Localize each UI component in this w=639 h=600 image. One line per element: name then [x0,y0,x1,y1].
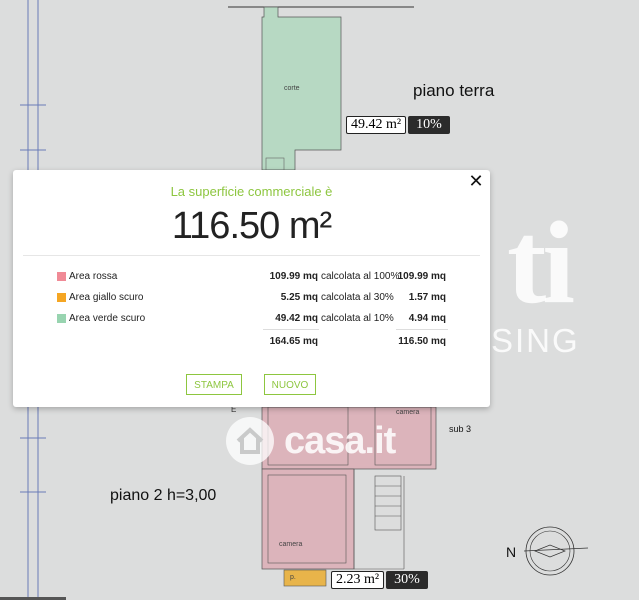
area-calc: calcolata al 10% [321,313,394,324]
area-row-red: Area rossa 109.99 mq calcolata al 100% 1… [13,270,490,284]
commercial-area-dialog: La superficie commerciale è ✕ 116.50 m² … [13,170,490,407]
area-tag-value: 49.42 m² [346,116,407,134]
area-result: 109.99 mq [397,271,446,282]
area-label: Area rossa [69,271,118,282]
area-mq: 109.99 mq [269,271,318,282]
area-tag-value: 2.23 m² [331,571,385,589]
color-swatch [57,272,66,281]
room-label-corte: corte [284,85,300,92]
area-calc: calcolata al 100% [321,271,400,282]
logo-text: casa.it [284,419,396,462]
area-mq: 5.25 mq [280,292,318,303]
dialog-title: La superficie commerciale è [170,184,333,199]
new-button[interactable]: NUOVO [264,374,316,395]
area-tag-percent: 10% [408,116,450,134]
close-icon[interactable]: ✕ [468,172,484,190]
room-label-p: p. [290,574,296,581]
area-row-yellow: Area giallo scuro 5.25 mq calcolata al 3… [13,291,490,305]
area-calc: calcolata al 30% [321,292,394,303]
area-mq: 49.42 mq [275,313,318,324]
room-label-camera: camera [279,541,303,548]
area-tag-balcony: 2.23 m² 30% [331,571,428,589]
casa-logo: casa.it [226,417,396,465]
corte-area [261,6,342,171]
red-area-lower [261,468,355,570]
sum-divider [263,329,319,330]
divider [23,255,480,256]
sum-result: 116.50 mq [398,336,446,347]
area-tag-percent: 30% [386,571,428,589]
area-result: 4.94 mq [408,313,446,324]
north-label: N [506,544,517,560]
area-row-green: Area verde scuro 49.42 mq calcolata al 1… [13,312,490,326]
area-label: Area giallo scuro [69,292,144,303]
watermark-text: SING [491,322,580,359]
house-icon [226,417,274,465]
floor-label-ground: piano terra [413,81,495,100]
sub-label: sub 3 [449,424,472,434]
print-button[interactable]: STAMPA [186,374,242,395]
floor-label-second: piano 2 h=3,00 [110,487,217,504]
total-area: 116.50 m² [171,205,332,247]
area-result: 1.57 mq [408,292,446,303]
color-swatch [57,314,66,323]
room-label-camera: camera [396,409,420,416]
sum-mq: 164.65 mq [269,336,318,347]
area-tag-corte: 49.42 m² 10% [346,116,450,134]
sum-divider [396,329,448,330]
watermark-text: ti [507,197,575,328]
color-swatch [57,293,66,302]
area-label: Area verde scuro [69,313,146,324]
